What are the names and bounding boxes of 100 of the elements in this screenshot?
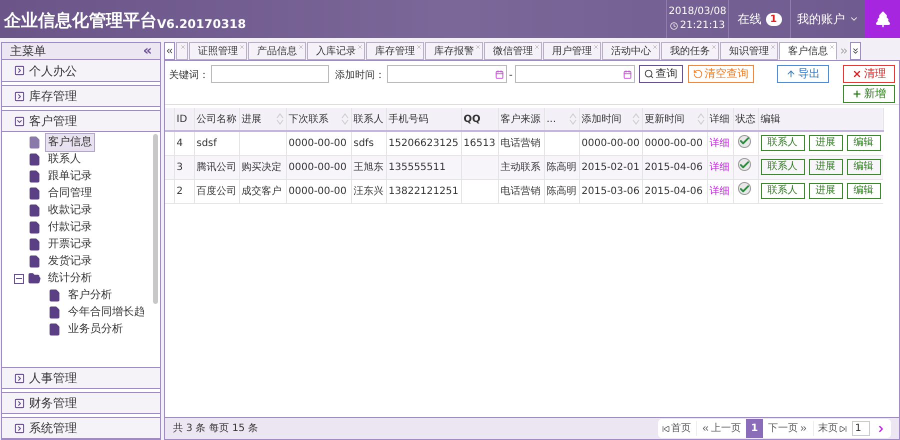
prev-page-button[interactable]: 上一页 xyxy=(696,421,746,436)
column-header[interactable]: 编辑 xyxy=(760,112,781,126)
tab[interactable]: 用户管理 xyxy=(543,42,601,60)
close-icon[interactable] xyxy=(416,44,422,50)
next-page-button[interactable]: 下一页 xyxy=(764,421,812,436)
tree-item[interactable]: 今年合同增长趋 xyxy=(65,303,148,322)
tree-item[interactable]: 客户信息 xyxy=(45,133,95,152)
first-page-button[interactable]: 首页 xyxy=(658,421,696,436)
tree-item[interactable]: 发货记录 xyxy=(45,252,95,271)
detail-link[interactable]: 详细 xyxy=(710,162,730,172)
table-cell: sdfs xyxy=(354,138,374,149)
tree-item[interactable]: 业务员分析 xyxy=(65,320,126,339)
start-date-field[interactable] xyxy=(387,65,507,83)
close-icon[interactable] xyxy=(593,44,599,50)
column-header[interactable]: 公司名称 xyxy=(196,112,236,126)
row-action-button[interactable]: 进展 xyxy=(808,159,843,175)
tree-item[interactable]: 联系人 xyxy=(45,150,84,169)
row-action-button[interactable]: 联系人 xyxy=(760,183,805,199)
export-button[interactable]: 导出 xyxy=(777,65,829,83)
collapse-button[interactable]: « xyxy=(142,44,152,58)
close-icon[interactable] xyxy=(357,44,363,50)
tab[interactable]: 库存管理 xyxy=(366,42,424,60)
column-header[interactable]: 进展 xyxy=(242,112,262,126)
calendar-icon xyxy=(622,70,632,78)
menu-section[interactable]: 客户管理 xyxy=(2,110,160,132)
sort-icon xyxy=(276,113,284,125)
collapse-toggle-icon[interactable] xyxy=(14,274,24,284)
menu-section[interactable]: 系统管理 xyxy=(2,417,160,439)
detail-link[interactable]: 详细 xyxy=(710,138,730,149)
tree-button[interactable] xyxy=(865,0,900,38)
tree-item[interactable]: 开票记录 xyxy=(45,235,95,254)
close-icon[interactable] xyxy=(239,44,245,50)
document-icon xyxy=(28,153,41,166)
app-title: 企业信息化管理平台 xyxy=(4,13,157,30)
tab[interactable]: 产品信息 xyxy=(248,42,306,60)
close-icon[interactable] xyxy=(180,44,186,50)
row-action-button[interactable]: 联系人 xyxy=(760,159,805,175)
tab[interactable]: 我的任务 xyxy=(661,42,719,60)
document-icon xyxy=(28,136,41,149)
tab[interactable]: 微信管理 xyxy=(484,42,542,60)
current-page-button[interactable]: 1 xyxy=(746,419,763,438)
close-icon[interactable] xyxy=(770,44,776,50)
row-action-button[interactable]: 编辑 xyxy=(846,183,881,199)
close-icon[interactable] xyxy=(534,44,540,50)
online-count-badge: 1 xyxy=(766,12,782,26)
menu-section[interactable]: 财务管理 xyxy=(2,392,160,414)
tree-item[interactable]: 客户分析 xyxy=(65,286,115,305)
close-icon[interactable] xyxy=(711,44,717,50)
collapsed-icon xyxy=(14,90,25,102)
column-header[interactable]: 更新时间 xyxy=(644,112,685,126)
close-icon[interactable] xyxy=(829,44,835,50)
tab[interactable]: 客户信息 xyxy=(779,42,837,60)
close-icon[interactable] xyxy=(298,44,304,50)
close-icon[interactable] xyxy=(652,44,658,50)
tab-menu-button[interactable] xyxy=(850,42,861,60)
scroll-left-button[interactable] xyxy=(164,42,175,60)
end-date-field[interactable] xyxy=(514,65,635,83)
row-action-button[interactable]: 联系人 xyxy=(760,135,805,152)
clear-button[interactable]: 清理 xyxy=(843,65,895,83)
tab[interactable]: 活动中心 xyxy=(602,42,660,60)
column-header[interactable]: 联系人 xyxy=(354,112,384,126)
tree-item[interactable]: 收款记录 xyxy=(45,201,95,220)
column-header[interactable]: 客户来源 xyxy=(500,112,540,126)
folder-icon xyxy=(28,272,41,285)
tab[interactable]: 入库记录 xyxy=(307,42,365,60)
close-icon[interactable] xyxy=(475,44,481,50)
column-header[interactable]: 详细 xyxy=(710,112,730,126)
menu-section[interactable]: 人事管理 xyxy=(2,367,160,389)
column-header[interactable]: QQ xyxy=(464,112,481,126)
last-page-button[interactable]: 末页 xyxy=(813,421,851,436)
tree-item[interactable]: 合同管理 xyxy=(45,184,95,203)
column-header[interactable]: 状态 xyxy=(736,112,756,126)
scrollbar[interactable] xyxy=(152,134,158,304)
column-header[interactable]: ID xyxy=(176,112,188,126)
detail-link[interactable]: 详细 xyxy=(710,186,730,196)
page-input[interactable]: 1 xyxy=(852,421,870,436)
column-header[interactable]: 手机号码 xyxy=(388,112,428,126)
keyword-field[interactable] xyxy=(211,65,329,83)
document-icon xyxy=(28,187,41,200)
document-icon xyxy=(28,170,41,183)
menu-section[interactable]: 个人办公 xyxy=(2,60,160,82)
tree-item[interactable]: 统计分析 xyxy=(45,269,95,288)
tree-item[interactable]: 跟单记录 xyxy=(45,167,95,186)
query-button[interactable]: 查询 xyxy=(638,65,683,83)
add-button[interactable]: 新增 xyxy=(843,85,895,103)
tab[interactable]: 证照管理 xyxy=(189,42,247,60)
table-cell: 电话营销 xyxy=(500,138,540,149)
row-action-button[interactable]: 编辑 xyxy=(846,159,881,175)
row-action-button[interactable]: 进展 xyxy=(808,183,843,199)
row-action-button[interactable]: 进展 xyxy=(808,135,843,152)
table-cell: 成交客户 xyxy=(242,186,282,196)
tree-item[interactable]: 付款记录 xyxy=(45,218,95,237)
column-header[interactable]: ... xyxy=(546,112,556,126)
row-action-button[interactable]: 编辑 xyxy=(846,135,881,152)
table-cell: 百度公司 xyxy=(196,186,236,196)
column-header[interactable]: 添加时间 xyxy=(582,112,622,126)
tab[interactable]: 知识管理 xyxy=(720,42,778,60)
tab[interactable]: 库存报警 xyxy=(425,42,483,60)
column-header[interactable]: 下次联系 xyxy=(288,112,328,126)
menu-section[interactable]: 库存管理 xyxy=(2,85,160,107)
